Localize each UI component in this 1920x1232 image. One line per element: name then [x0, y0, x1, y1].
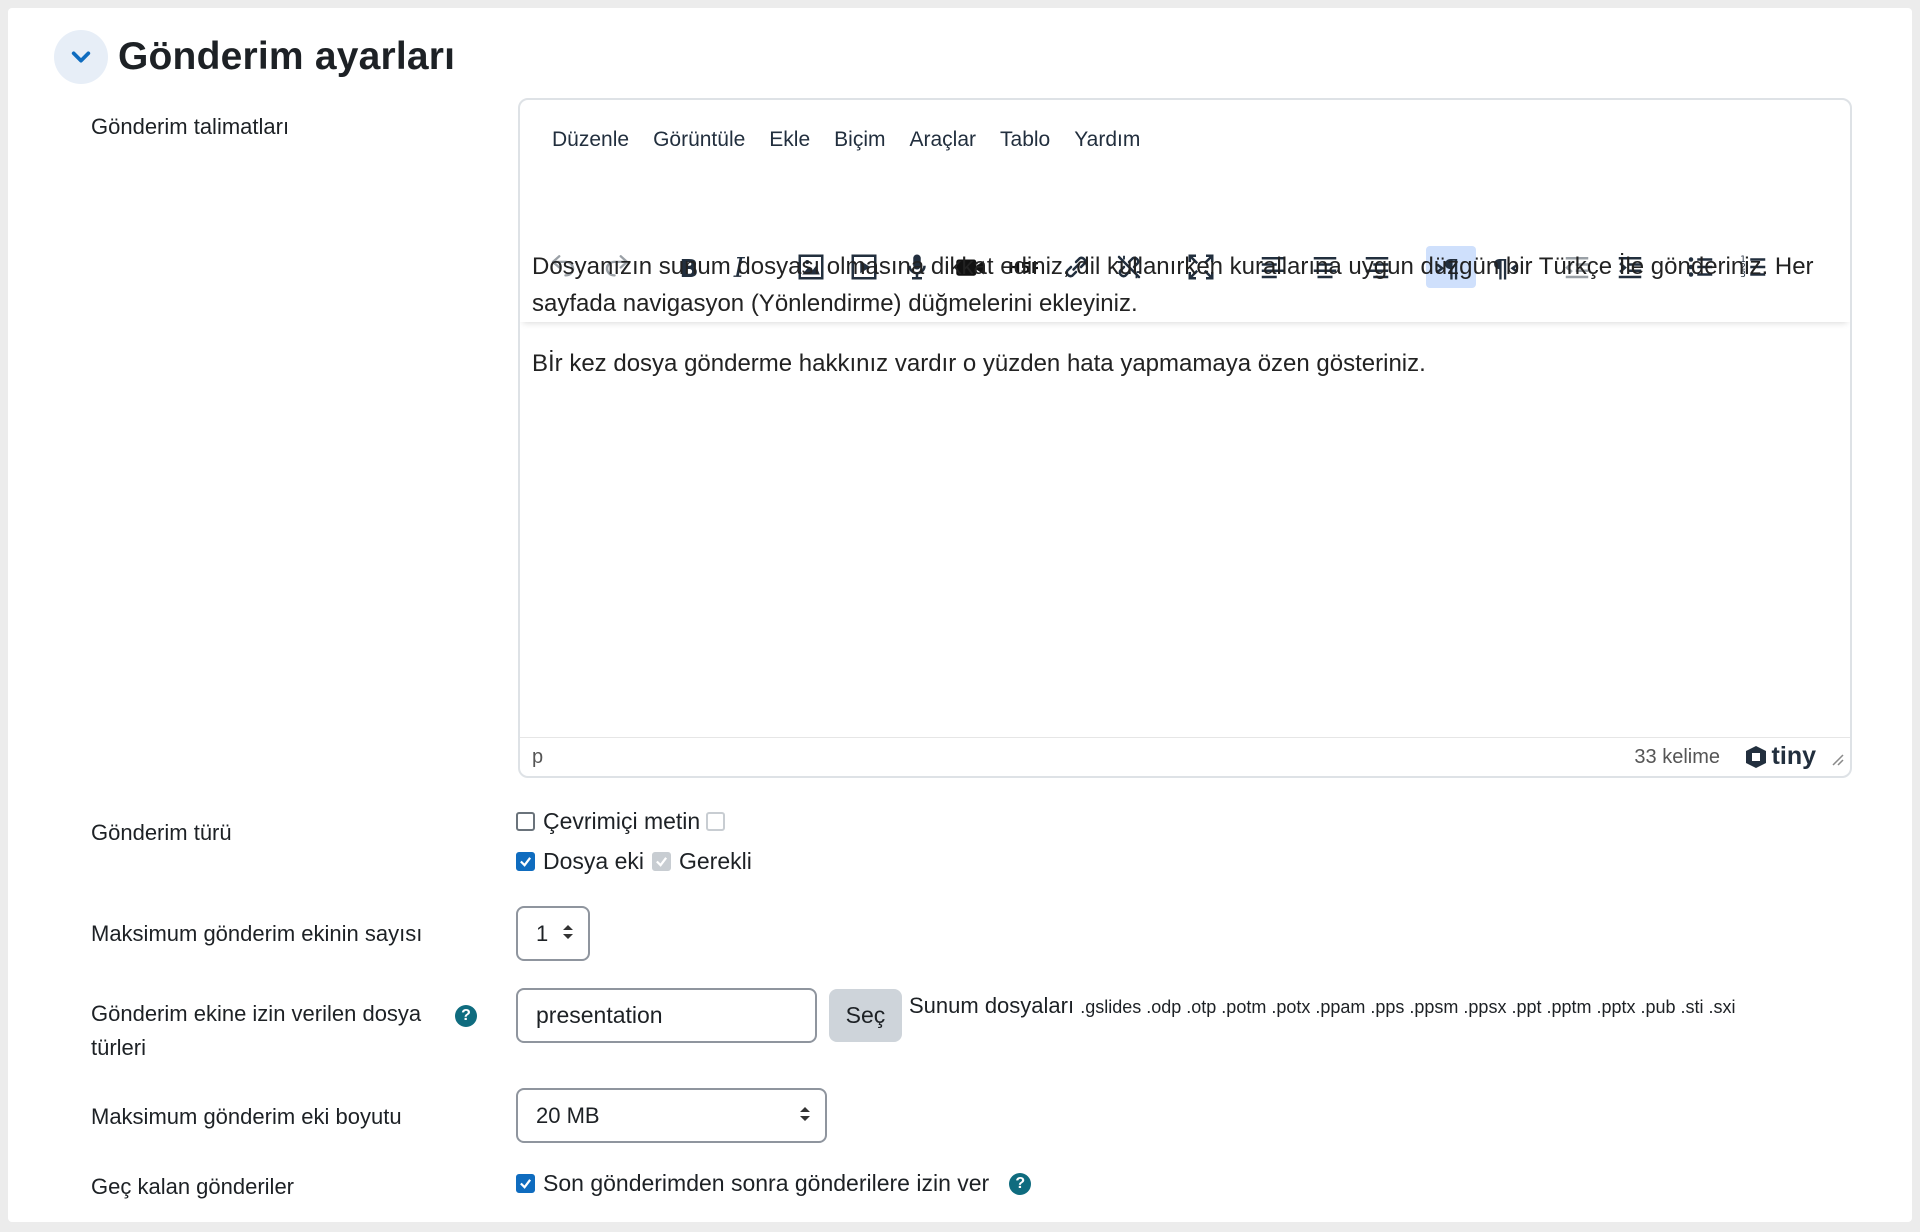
section-header: Gönderim ayarları [54, 30, 455, 84]
menu-format[interactable]: Biçim [822, 122, 897, 158]
section-title: Gönderim ayarları [118, 35, 456, 78]
late-submissions-checkbox[interactable] [516, 1174, 535, 1193]
menu-insert[interactable]: Ekle [757, 122, 822, 158]
file-submission-row: Dosya eki Gerekli [516, 848, 752, 875]
max-files-select[interactable]: 1 [516, 906, 590, 961]
online-text-checkbox[interactable] [516, 812, 535, 831]
tiny-logo[interactable]: tiny [1744, 742, 1816, 771]
select-arrows-icon [799, 1103, 811, 1129]
online-text-label: Çevrimiçi metin [543, 808, 701, 834]
filetypes-description: Sunum dosyaları .gslides .odp .otp .potm… [909, 993, 1736, 1019]
online-text-required-checkbox[interactable] [706, 812, 726, 831]
word-count[interactable]: 33 kelime [1634, 746, 1720, 769]
editor-menubar: Düzenle Görüntüle Ekle Biçim Araçlar Tab… [540, 122, 1152, 158]
check-icon [520, 857, 532, 867]
menu-table[interactable]: Tablo [988, 122, 1062, 158]
filetypes-input[interactable]: presentation [516, 988, 817, 1043]
late-submissions-row: Son gönderimden sonra gönderilere izin v… [516, 1170, 1032, 1197]
max-files-value: 1 [536, 920, 549, 946]
content-paragraph: Dosyanızın sunum dosyası olmasına dikkat… [532, 253, 1814, 317]
filetypes-label-line2: türleri [91, 1035, 147, 1060]
menu-tools[interactable]: Araçlar [898, 122, 989, 158]
required-checkbox[interactable] [651, 852, 671, 871]
chevron-down-icon [71, 51, 91, 63]
tiny-brand-text: tiny [1771, 742, 1816, 770]
max-size-label: Maksimum gönderim eki boyutu [91, 1104, 402, 1129]
filetypes-group-name: Sunum dosyaları [909, 993, 1075, 1018]
instructions-label: Gönderim talimatları [91, 114, 290, 139]
file-submission-label: Dosya eki [543, 848, 644, 874]
late-submissions-help-icon[interactable]: ? [1009, 1172, 1032, 1195]
content-paragraph: Bİr kez dosya gönderme hakkınız vardır o… [532, 350, 1426, 377]
check-icon [520, 1179, 532, 1189]
editor-content[interactable]: Dosyanızın sunum dosyası olmasına dikkat… [532, 248, 1832, 405]
select-arrows-icon [562, 921, 574, 947]
max-size-select[interactable]: 20 MB [516, 1088, 827, 1143]
online-text-row: Çevrimiçi metin [516, 808, 726, 835]
tiny-logo-icon [1745, 745, 1766, 768]
required-label: Gerekli [678, 848, 752, 874]
settings-card: Gönderim ayarları Gönderim talimatları D… [8, 8, 1912, 1222]
resize-icon [1832, 754, 1844, 766]
menu-help[interactable]: Yardım [1062, 122, 1152, 158]
filetypes-input-value: presentation [536, 1002, 663, 1028]
menu-view[interactable]: Görüntüle [641, 122, 757, 158]
file-submission-checkbox[interactable] [516, 852, 535, 871]
rich-text-editor: Düzenle Görüntüle Ekle Biçim Araçlar Tab… [518, 98, 1852, 778]
element-path[interactable]: p [532, 746, 543, 769]
collapse-button[interactable] [54, 30, 108, 84]
late-submissions-checkbox-label: Son gönderimden sonra gönderilere izin v… [543, 1170, 990, 1196]
check-icon [656, 857, 668, 867]
menu-edit[interactable]: Düzenle [540, 122, 641, 158]
late-submissions-label: Geç kalan gönderiler [91, 1174, 295, 1199]
choose-filetypes-button[interactable]: Seç [829, 989, 902, 1042]
resize-handle[interactable] [1830, 749, 1844, 772]
max-files-label: Maksimum gönderim ekinin sayısı [91, 921, 423, 946]
filetypes-extensions: .gslides .odp .otp .potm .potx .ppam .pp… [1080, 997, 1736, 1017]
submission-type-label: Gönderim türü [91, 820, 232, 845]
max-size-value: 20 MB [536, 1102, 600, 1128]
filetypes-help-icon[interactable]: ? [455, 1005, 477, 1027]
editor-statusbar: p 33 kelime tiny [520, 737, 1850, 776]
filetypes-label-line1: Gönderim ekine izin verilen dosya [91, 1001, 422, 1026]
filetypes-label: Gönderim ekine izin verilen dosya türler… [91, 997, 421, 1065]
